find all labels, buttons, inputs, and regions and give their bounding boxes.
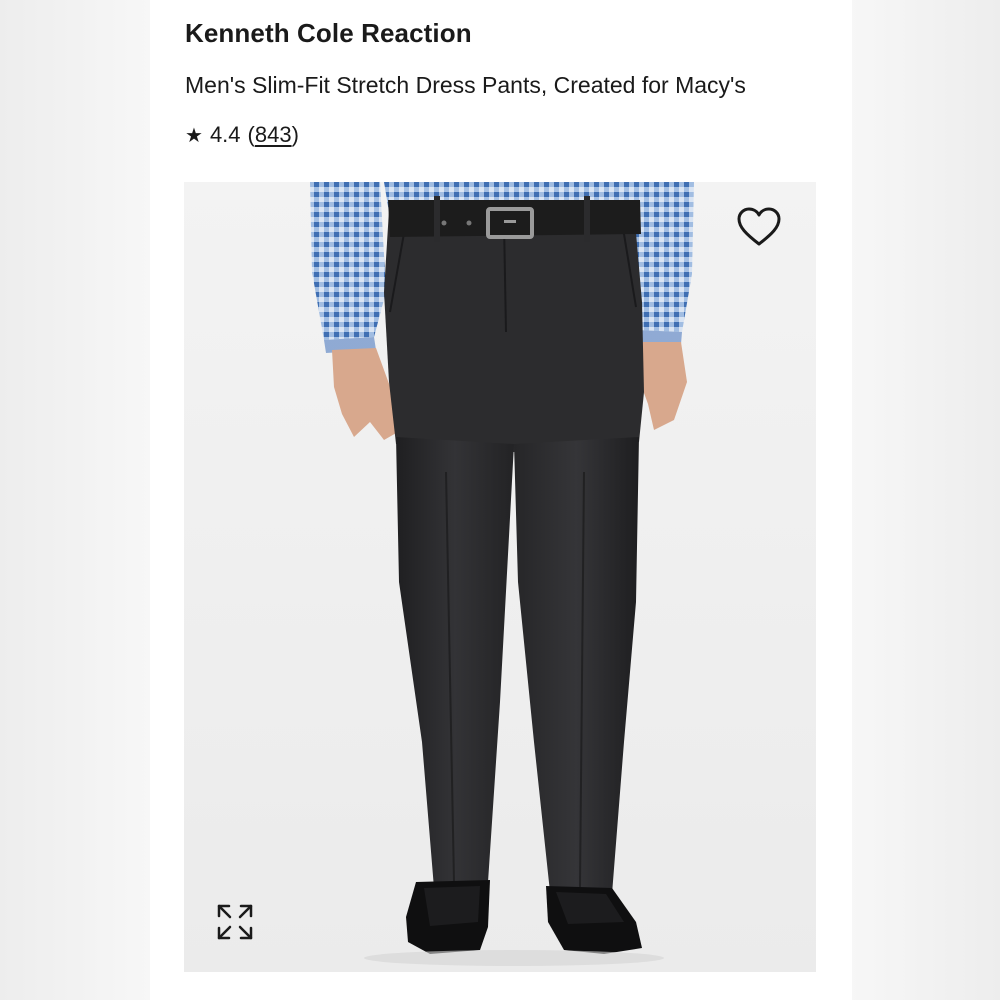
product-title[interactable]: Men's Slim-Fit Stretch Dress Pants, Crea… — [185, 72, 746, 99]
favorite-heart-icon[interactable] — [736, 206, 782, 248]
product-card: Kenneth Cole Reaction Men's Slim-Fit Str… — [150, 0, 852, 1000]
review-count-close-paren: ) — [291, 122, 299, 147]
review-count: (843) — [248, 122, 299, 148]
star-icon: ★ — [185, 124, 203, 147]
review-count-link[interactable]: 843 — [255, 122, 292, 147]
rating-value: 4.4 — [209, 122, 241, 147]
product-photo — [184, 182, 816, 972]
product-rating: ★ 4.4 (843) — [185, 122, 299, 148]
expand-arrows-icon[interactable] — [214, 901, 256, 943]
product-image[interactable] — [184, 182, 816, 972]
review-count-open-paren: ( — [247, 122, 255, 147]
product-brand[interactable]: Kenneth Cole Reaction — [185, 18, 472, 49]
